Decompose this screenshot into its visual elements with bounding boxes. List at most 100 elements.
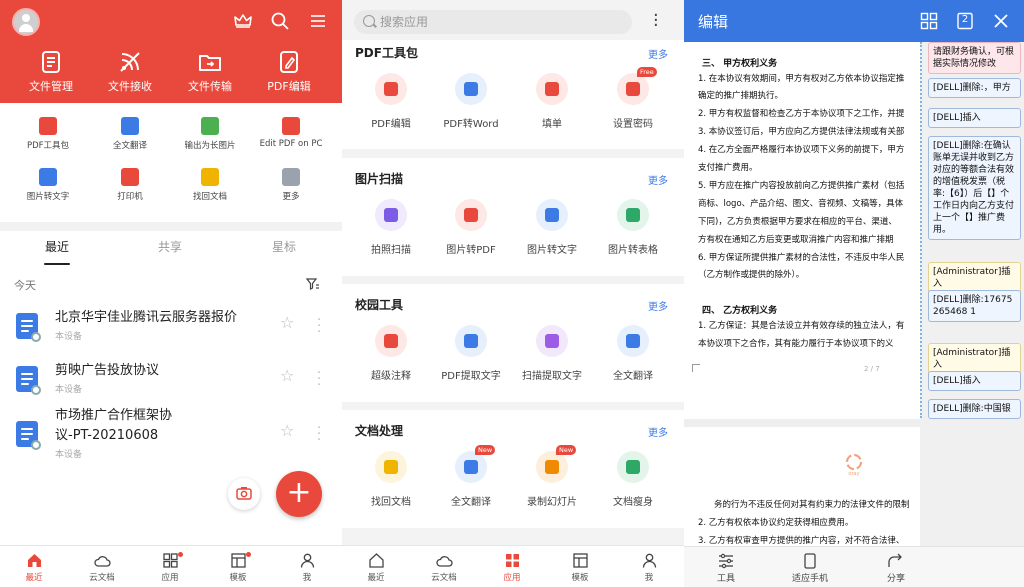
nav-label: 最近 [25, 573, 43, 583]
comment-box[interactable]: [DELL]删除:中国银 [928, 399, 1021, 419]
comment-box[interactable]: 请跟财务确认，可根据实际情况修改 [928, 42, 1021, 74]
more-link[interactable]: 更多 [648, 172, 668, 187]
doc-line: 下同)，乙方负责根据甲方要求在相应的平台、渠道、 [698, 217, 897, 227]
app-pdf-to-word[interactable]: PDF转Word [431, 73, 511, 130]
export-long-image-button[interactable]: 输出为长图片 [168, 117, 252, 151]
app-pdf-extract-text[interactable]: PDF提取文字 [431, 325, 511, 382]
app-translate[interactable]: 全文翻译 [593, 325, 673, 382]
nav-label: 应用 [503, 573, 521, 583]
document-viewer[interactable]: 三、 甲方权利义务 1. 在本协议有效期间，甲方有权对乙方依本协议指定推 确定的… [684, 42, 920, 546]
file-name-line-2: 议-PT-20210608 [55, 428, 159, 443]
new-badge: New [475, 445, 496, 455]
app-set-password[interactable]: Free 设置密码 [593, 67, 673, 130]
doc-line: 本协议项下之合作，其有能力履行于本协议项下的义 [698, 339, 894, 349]
app-image-to-table[interactable]: 图片转表格 [593, 199, 673, 256]
more-tools-button[interactable]: 更多 [249, 168, 333, 202]
app-image-to-text[interactable]: 图片转文字 [512, 199, 592, 256]
edit-pdf-pc-button[interactable]: Edit PDF on PC [249, 117, 333, 149]
app-fill-form[interactable]: 填单 [512, 73, 592, 130]
comment-box[interactable]: [DELL]删除:，甲方 [928, 78, 1021, 98]
app-label: 超级注释 [371, 371, 411, 382]
nav-templates[interactable]: 模板 [555, 552, 605, 583]
nav-apps[interactable]: 应用 [145, 552, 195, 583]
close-icon[interactable] [992, 12, 1010, 30]
pdf-toolkit-button[interactable]: PDF工具包 [6, 117, 90, 151]
search-input[interactable] [380, 13, 620, 31]
file-manager-button[interactable]: 文件管理 [16, 50, 86, 94]
big-tool-label: 文件传输 [188, 80, 232, 93]
nav-cloud[interactable]: 云文档 [419, 552, 469, 583]
app-label: 图片转文字 [527, 245, 577, 256]
nav-me[interactable]: 我 [282, 552, 332, 583]
bottom-nav: 最近 云文档 应用 模板 我 [0, 545, 342, 587]
star-icon[interactable]: ☆ [280, 313, 294, 332]
more-vertical-icon[interactable]: · · · [653, 7, 659, 35]
star-icon[interactable]: ☆ [280, 366, 294, 385]
app-record-slides[interactable]: New 录制幻灯片 [512, 445, 592, 508]
tab-starred[interactable]: 星标 [272, 238, 296, 255]
doc-line: 2. 甲方有权监督和检查乙方于本协议项下之工作，并提 [698, 109, 905, 119]
translate-button[interactable]: 全文翻译 [88, 117, 172, 151]
app-recover-doc[interactable]: 找回文档 [351, 451, 431, 508]
app-scan-extract-text[interactable]: 扫描提取文字 [512, 325, 592, 382]
menu-icon[interactable] [308, 11, 328, 31]
nav-apps[interactable]: 应用 [487, 552, 537, 583]
share-button[interactable]: 分享 [866, 553, 926, 584]
doc-line: 商标、logo、产品介绍、图文、音视频、文稿等，具体 [698, 199, 904, 209]
file-receive-button[interactable]: 文件接收 [95, 50, 165, 94]
app-slim-doc[interactable]: 文档瘦身 [593, 451, 673, 508]
star-icon[interactable]: ☆ [280, 421, 294, 440]
more-vertical-icon[interactable]: · · · [317, 422, 321, 447]
camera-button[interactable] [228, 478, 260, 510]
add-button[interactable]: + [276, 471, 322, 517]
tab-shared[interactable]: 共享 [158, 238, 182, 255]
recover-doc-button[interactable]: 找回文档 [168, 168, 252, 202]
nav-recent[interactable]: 最近 [351, 552, 401, 583]
pdf-edit-button[interactable]: PDF编辑 [254, 50, 324, 94]
page-count-icon[interactable]: 2 [956, 12, 974, 30]
nav-recent[interactable]: 最近 [9, 552, 59, 583]
file-manager-icon [39, 50, 63, 74]
comment-box[interactable]: [DELL]插入 [928, 108, 1021, 128]
nav-templates[interactable]: 模板 [213, 552, 263, 583]
nav-label: 分享 [886, 574, 905, 584]
doc-line: 方有权在通知乙方后变更或取消推广内容和推广排期 [698, 235, 894, 245]
fit-phone-button[interactable]: 适应手机 [780, 553, 840, 584]
more-link[interactable]: 更多 [648, 424, 668, 439]
image-to-text-button[interactable]: 图片转文字 [6, 168, 90, 202]
doc-line: 2. 乙方有权依本协议约定获得相应费用。 [698, 518, 854, 528]
comment-box[interactable]: [DELL]插入 [928, 371, 1021, 391]
printer-button[interactable]: 打印机 [88, 168, 172, 202]
crown-icon[interactable] [233, 11, 253, 31]
more-vertical-icon[interactable]: · · · [317, 314, 321, 339]
app-full-translate[interactable]: New 全文翻译 [431, 445, 511, 508]
more-vertical-icon[interactable]: · · · [317, 367, 321, 392]
app-pdf-edit[interactable]: PDF编辑 [351, 73, 431, 130]
nav-cloud[interactable]: 云文档 [77, 552, 127, 583]
app-annotate[interactable]: 超级注释 [351, 325, 431, 382]
search-bar[interactable] [354, 10, 632, 34]
avatar[interactable] [12, 8, 40, 36]
lock-icon: Free [617, 67, 657, 105]
small-tool-label: 输出为长图片 [184, 141, 236, 151]
more-link[interactable]: 更多 [648, 46, 668, 61]
file-transfer-button[interactable]: 文件传输 [175, 50, 245, 94]
page-gap [684, 419, 920, 427]
bottom-nav: 最近 云文档 应用 模板 我 [342, 545, 684, 587]
app-photo-scan[interactable]: 拍照扫描 [351, 199, 431, 256]
filter-icon[interactable] [305, 276, 320, 290]
tab-recent[interactable]: 最近 [45, 238, 69, 255]
nav-me[interactable]: 我 [624, 552, 674, 583]
export-long-image-icon [201, 117, 219, 135]
search-icon[interactable] [270, 11, 290, 31]
tools-button[interactable]: 工具 [696, 553, 756, 584]
comment-box[interactable]: [DELL]删除:17675265468 1 [928, 290, 1021, 322]
section-doc-processing: 文档处理 更多 找回文档 New 全文翻译 New 录制幻灯片 文档瘦身 [342, 410, 684, 528]
comment-box[interactable]: [DELL]删除:在确认账单无误并收到乙方对应的等额合法有效的增值税发票（税率:… [928, 136, 1021, 240]
app-label: PDF提取文字 [441, 371, 501, 382]
app-image-to-pdf[interactable]: 图片转PDF [431, 199, 511, 256]
new-badge: New [556, 445, 577, 455]
recover-doc-icon [375, 451, 407, 483]
more-link[interactable]: 更多 [648, 298, 668, 313]
grid-icon[interactable] [920, 12, 938, 30]
